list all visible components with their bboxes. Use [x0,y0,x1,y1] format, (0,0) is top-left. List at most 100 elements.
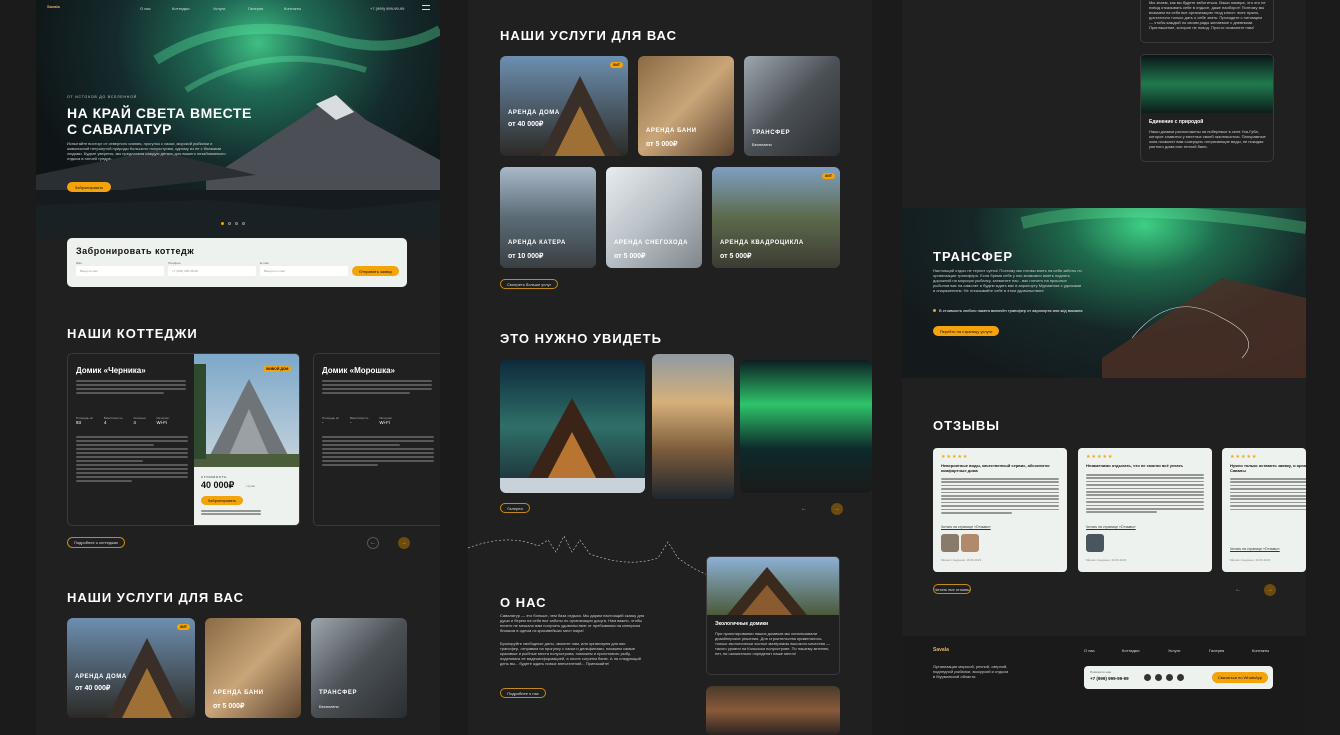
nav-cottages[interactable]: Коттеджи [172,6,189,11]
cottage-card-chernika[interactable]: Домик «Черника» Площадь м² 93 Вместимость… [67,353,300,526]
nav-contacts[interactable]: Контакты [284,6,301,11]
service-price: от 10 000₽ [508,253,544,260]
next-arrow-icon[interactable]: → [1264,584,1276,596]
service-card-sauna[interactable]: АРЕНДА БАНИ от 5 000₽ [205,618,301,718]
landing-column-transfer: Мы знаем, как вы будете заботиться. Ваши… [902,0,1306,735]
service-title: АРЕНДА КАТЕРА [508,240,566,246]
nav-services[interactable]: Услуги [213,6,225,11]
service-card-transfer[interactable]: ТРАНСФЕР Бесплатно [311,618,407,718]
about-text-1: Савалатур — это больше, чем база отдыха.… [500,613,645,633]
service-title: АРЕНДА БАНИ [213,690,264,696]
email-input[interactable]: Введите e-mail [260,266,348,276]
footer-phone[interactable]: +7 (999) 999-99-99 [1090,676,1129,681]
cottages-title: НАШИ КОТТЕДЖИ [67,326,198,341]
booking-submit-button[interactable]: Отправить заявку [352,266,399,276]
prev-arrow-icon[interactable]: ← [798,503,810,514]
unity-card: Единение с природой Наши домики располож… [1140,54,1274,162]
hero-book-button[interactable]: Забронировать [67,182,111,192]
review-link[interactable]: Читать на странице «Отзывы» [1086,525,1136,529]
prev-arrow-icon[interactable]: ← [367,537,379,549]
review-title: Незаменимо отдыхать, что не смогли всё у… [1086,463,1184,468]
logo[interactable]: Savala [47,4,60,9]
landing-column-services: НАШИ УСЛУГИ ДЛЯ ВАС ХИТ АРЕНДА ДОМА от 4… [468,0,872,735]
service-card-sauna[interactable]: АРЕНДА БАНИ от 5 000₽ [638,56,734,156]
footer-nav-about[interactable]: О нас [1084,648,1095,653]
review-stars: ★★★★★ [1086,454,1114,460]
cottage-price-box: СТОИМОСТЬ 40 000₽ / сутки Забронировать [194,467,299,525]
service-price: от 40 000₽ [508,121,544,128]
service-title: АРЕНДА СНЕГОХОДА [614,240,689,246]
all-reviews-button[interactable]: Читать все отзывы [933,584,971,594]
transfer-page-button[interactable]: Перейти на страницу услуги [933,326,999,336]
whatsapp-button[interactable]: Связаться по WhatsApp [1212,672,1268,683]
hero-text: Испытайте восторг от северного сияния, п… [67,141,226,161]
review-photo[interactable] [1086,534,1104,552]
hero-slider-dots[interactable] [221,222,245,225]
info-card-text: Мы знаем, как вы будете заботиться. Ваши… [1149,0,1266,30]
cottages-more-button[interactable]: Подробнее о коттеджах [67,537,125,548]
phone-input[interactable]: +7 (999) 999-99-99 [168,266,256,276]
prev-arrow-icon[interactable]: ← [1232,584,1244,595]
nav-about[interactable]: О нас [140,6,151,11]
social-icons[interactable] [1144,674,1184,681]
campfire-photo [706,686,840,735]
next-arrow-icon[interactable]: → [831,503,843,515]
gallery-photo-1[interactable] [500,360,645,493]
footer-nav-services[interactable]: Услуги [1168,648,1180,653]
gallery-photo-2[interactable] [652,354,734,499]
service-price: от 5 000₽ [646,141,678,148]
review-stars: ★★★★★ [1230,454,1258,460]
service-title: ТРАНСФЕР [319,690,358,696]
review-link[interactable]: Читать на странице «Отзывы» [1230,547,1280,551]
review-author: Михаил Андреев, 16.06.2023 [1230,558,1271,562]
service-title: АРЕНДА КВАДРОЦИКЛА [720,240,804,246]
booking-title: Забронировать коттедж [76,246,195,256]
service-badge: ХИТ [822,173,835,179]
footer-nav-gallery[interactable]: Галерея [1209,648,1224,653]
review-link[interactable]: Читать на странице «Отзывы» [941,525,991,529]
service-card-boat[interactable]: АРЕНДА КАТЕРА от 10 000₽ [500,167,596,268]
service-card-quad[interactable]: ХИТ АРЕНДА КВАДРОЦИКЛА от 5 000₽ [712,167,840,268]
name-input[interactable]: Введите имя [76,266,164,276]
footer-contact-bar: Позвоните нам +7 (999) 999-99-99 Связать… [1084,666,1273,689]
header-phone[interactable]: +7 (999) 999-99-99 [370,6,404,11]
telegram-icon[interactable] [1155,674,1162,681]
call-label: Позвоните нам [1090,670,1111,674]
cottage-card-moroshka[interactable]: Домик «Морошка» Площадь м² - Вместимость -… [313,353,440,526]
info-card: Мы знаем, как вы будете заботиться. Ваши… [1140,0,1274,43]
review-photo[interactable] [941,534,959,552]
cottage-book-button[interactable]: Забронировать [201,496,243,505]
hero-title: НА КРАЙ СВЕТА ВМЕСТЕ С САВАЛАТУР [67,105,252,137]
review-title: Невероятные виды, качественный сервис, а… [941,463,1050,473]
review-photo[interactable] [961,534,979,552]
service-card-transfer[interactable]: ТРАНСФЕР Бесплатно [744,56,840,156]
eco-card-text: При проектировании наших домиков мы испо… [715,631,830,656]
service-card-house[interactable]: ХИТ АРЕНДА ДОМА от 40 000₽ [500,56,628,156]
about-more-button[interactable]: Подробнее о нас [500,688,546,698]
menu-icon[interactable] [422,5,430,10]
youtube-icon[interactable] [1177,674,1184,681]
service-price: Бесплатно [319,704,339,709]
gallery-photo-3[interactable] [740,360,872,493]
service-title: АРЕНДА БАНИ [646,128,697,134]
see-title: ЭТО НУЖНО УВИДЕТЬ [500,331,662,346]
whatsapp-icon[interactable] [1144,674,1151,681]
gallery-button[interactable]: Галерея [500,503,530,513]
nav-gallery[interactable]: Галерея [248,6,263,11]
footer-nav-cottages[interactable]: Коттеджи [1122,648,1139,653]
next-arrow-icon[interactable]: → [398,537,410,549]
service-card-house[interactable]: ХИТ АРЕНДА ДОМА от 40 000₽ [67,618,195,718]
services-more-button[interactable]: Смотреть больше услуг [500,279,558,289]
service-badge: ХИТ [177,624,190,630]
unity-text: Наши домики расположены на побережье в с… [1149,129,1266,149]
review-card-1: ★★★★★ Невероятные виды, качественный сер… [933,448,1067,572]
footer-logo[interactable]: Savala [933,647,949,653]
footer-nav-contacts[interactable]: Контакты [1252,648,1269,653]
service-title: АРЕНДА ДОМА [508,110,560,116]
service-card-snowmobile[interactable]: АРЕНДА СНЕГОХОДА от 5 000₽ [606,167,702,268]
footer: Savala Организация морской, речной, озер… [902,636,1306,735]
review-card-2: ★★★★★ Незаменимо отдыхать, что не смогли… [1078,448,1212,572]
vk-icon[interactable] [1166,674,1173,681]
phone-label: Телефон [168,261,181,265]
price-label: СТОИМОСТЬ [201,475,228,479]
